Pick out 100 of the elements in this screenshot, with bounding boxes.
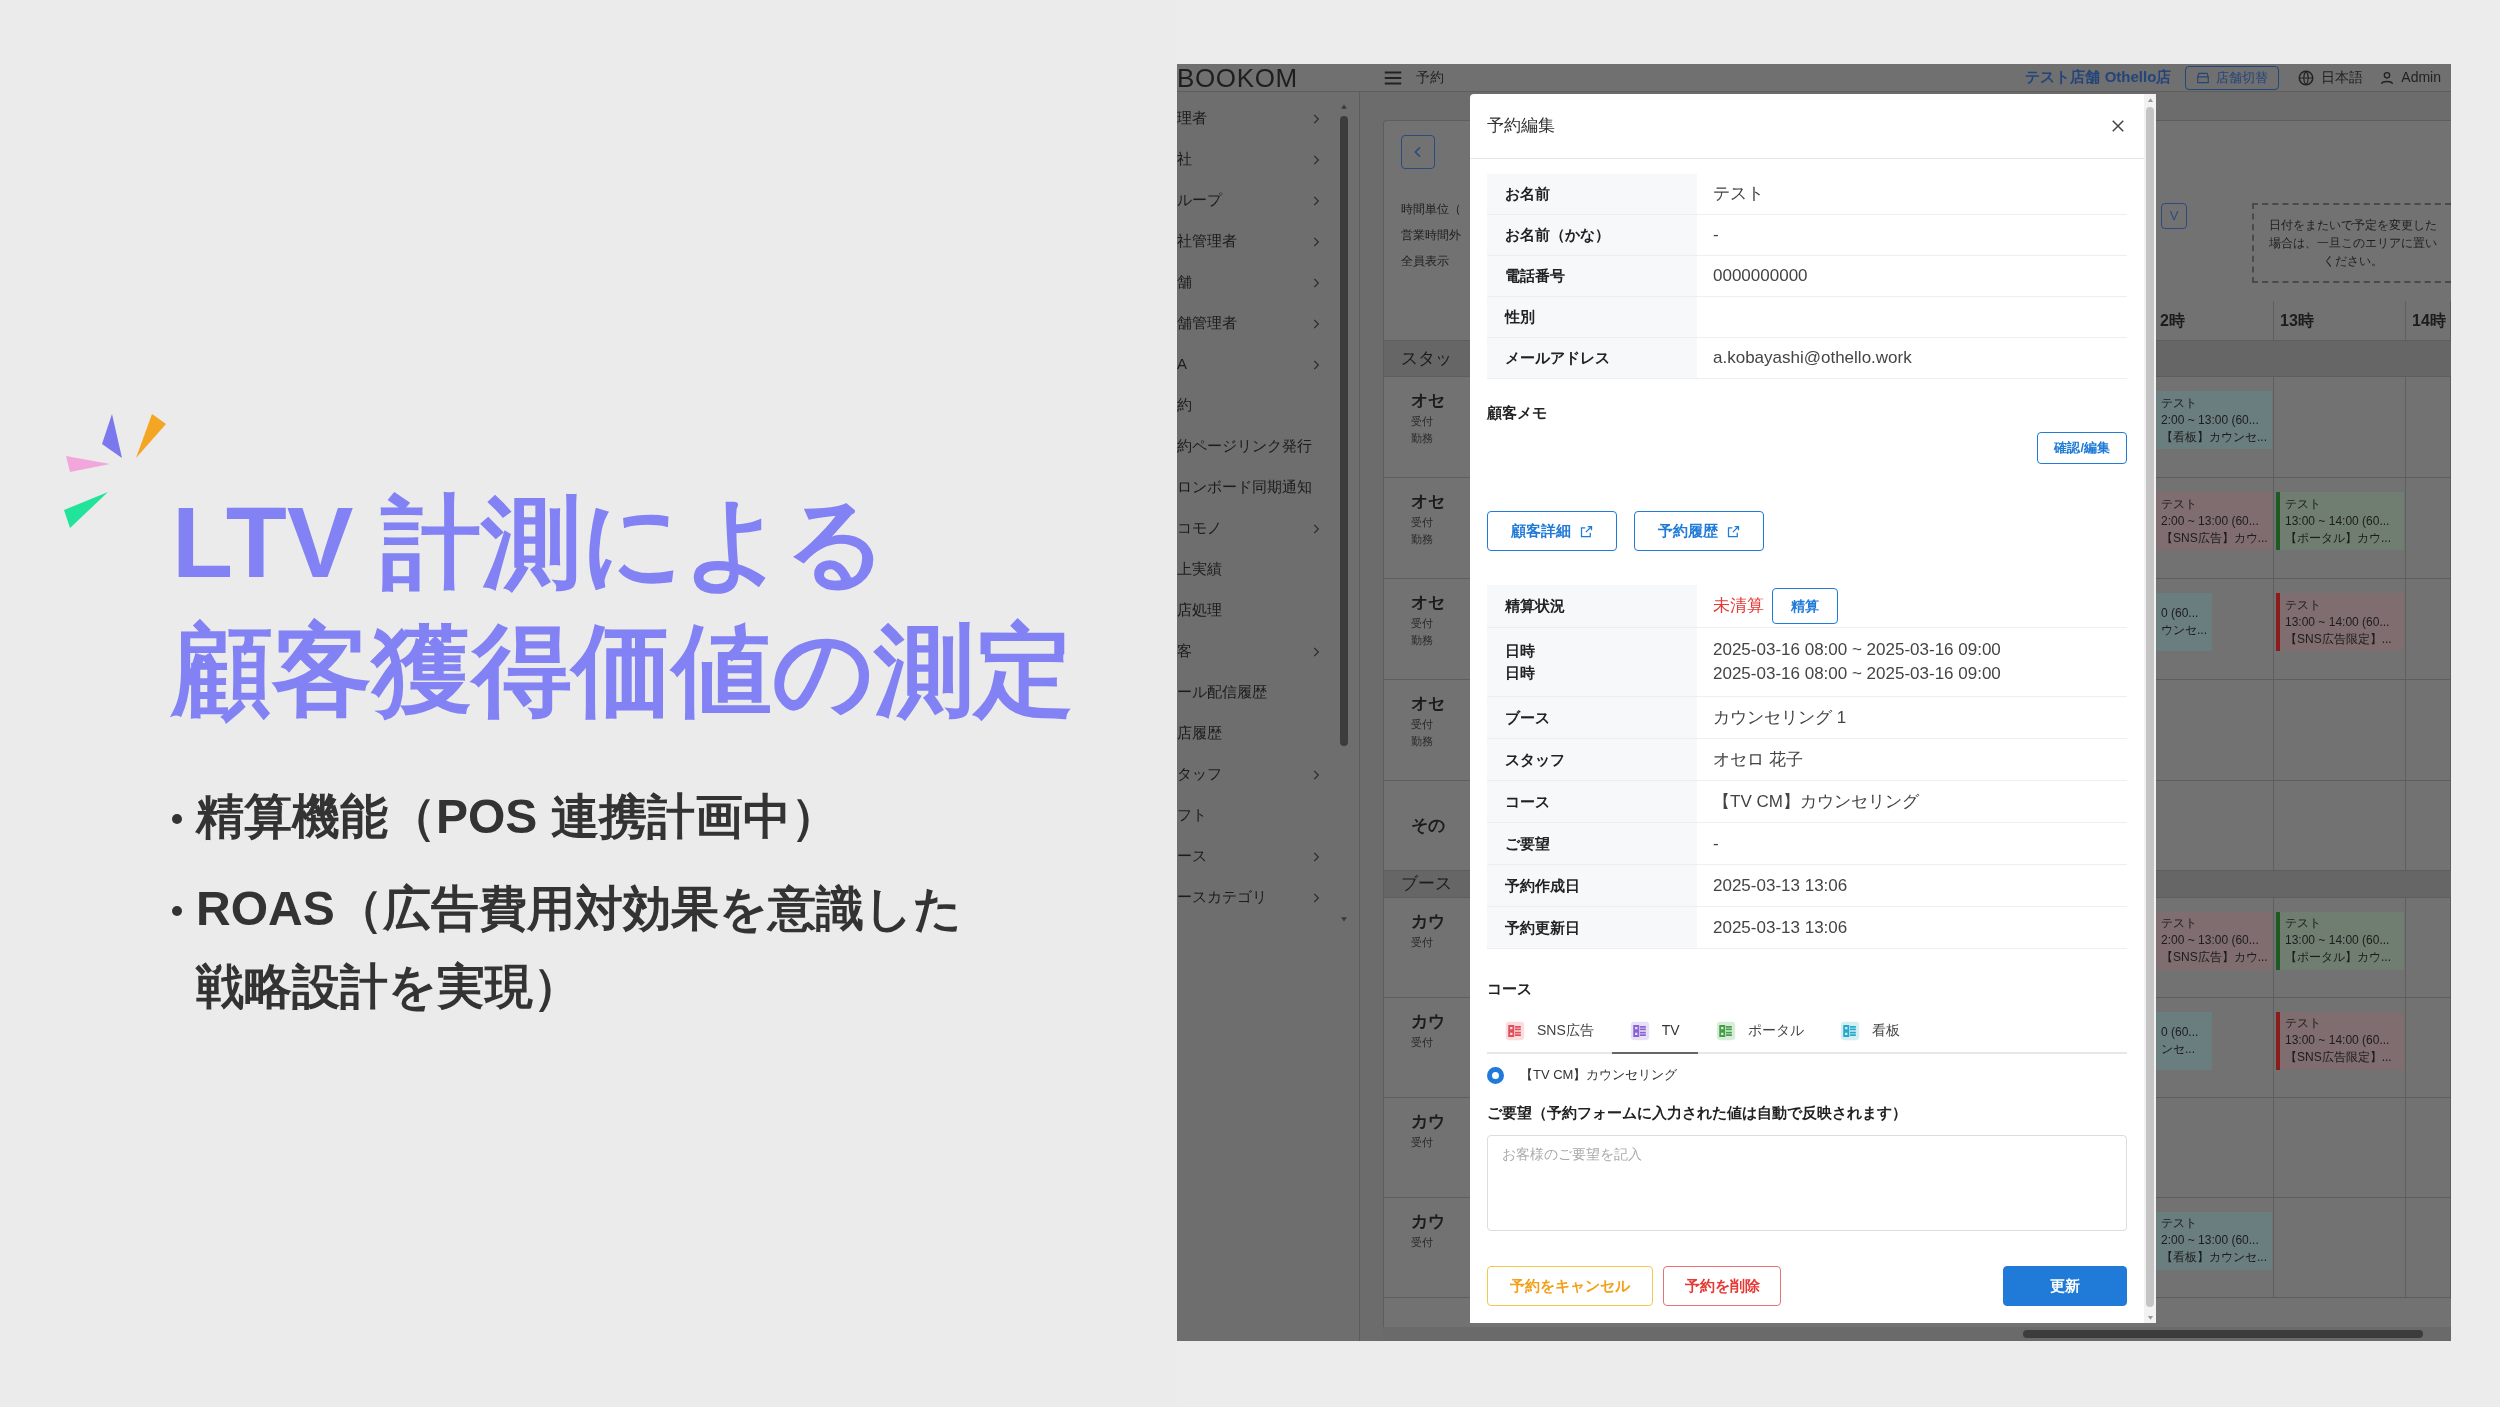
section-label: ブース [1401,873,1452,895]
sidebar-item[interactable]: 約ページリンク発行 [1177,426,1337,467]
field-label: 精算状況 [1505,595,1565,616]
scroll-up-icon[interactable] [1339,102,1349,112]
sidebar-item[interactable]: ース [1177,836,1337,877]
bullet-text: ROAS（広告費用対効果を意識した戦略設計を実現） [196,881,963,1015]
list-icon [1715,1020,1736,1041]
row-detail: 勤務 [1411,633,1434,648]
row-detail: 受付 [1411,717,1434,732]
scrollbar-thumb[interactable] [1340,116,1348,746]
sidebar-item[interactable]: 約 [1177,385,1337,426]
section-heading: 顧客メモ [1487,403,1548,423]
close-icon[interactable] [2109,117,2127,135]
user-icon[interactable] [2379,69,2396,86]
radio-button[interactable] [1487,1066,1504,1084]
scroll-down-icon[interactable] [1339,914,1349,924]
sidebar-item[interactable]: 舗 [1177,262,1337,303]
sidebar-item[interactable]: ロンボード同期通知 [1177,467,1337,508]
confirm-edit-button[interactable]: 確認/編集 [2037,432,2127,464]
sidebar-item[interactable]: ール配信履歴 [1177,672,1337,713]
course-tab[interactable]: 看板 [1821,1009,1918,1054]
row-detail: 受付 [1411,616,1434,631]
field-label: 日時 [1505,663,1536,683]
slide-title: LTV 計測による [172,485,889,600]
row-name: カウ [1411,1210,1446,1233]
event-card[interactable]: テスト 13:00 ~ 14:00 (60... 【SNS広告限定】... [2276,1011,2404,1070]
row-detail: 受付 [1411,515,1434,530]
modal-title: 予約編集 [1487,115,1555,138]
sidebar-item[interactable]: 客 [1177,631,1337,672]
external-link-button[interactable]: 顧客詳細 [1487,511,1617,551]
option-label: 全員表示 [1401,253,1450,270]
event-card[interactable]: テスト 13:00 ~ 14:00 (60... 【SNS広告限定】... [2276,593,2404,651]
sidebar-item[interactable]: 社管理者 [1177,221,1337,262]
event-card[interactable]: テスト 13:00 ~ 14:00 (60... 【ポータル】カウ... [2276,492,2404,550]
request-textarea[interactable]: お客様のご要望を記入 [1487,1135,2127,1231]
hour-label: 13時 [2280,310,2314,331]
hour-label: 2時 [2160,310,2185,331]
field-value: 2025-03-16 08:00 ~ 2025-03-16 09:00 [1713,639,2002,661]
sidebar-item[interactable]: ループ [1177,180,1337,221]
sidebar-item[interactable]: A [1177,344,1337,385]
store-name: テスト店舗 Othello店 [2025,67,2172,88]
field-value: a.kobayashi@othello.work [1713,347,1913,369]
event-card[interactable]: 0 (60... ウンセ... [2156,593,2212,651]
store-switch-button[interactable]: 店舗切替 [2185,65,2280,90]
store-icon [2196,70,2211,85]
row-name: オセ [1411,491,1446,513]
scroll-up-icon[interactable] [2145,96,2155,105]
row-name: カウ [1411,1010,1446,1033]
event-card[interactable]: テスト 2:00 ~ 13:00 (60... 【SNS広告】カウ... [2156,911,2272,970]
field-value: 【TV CM】カウンセリング [1713,790,1920,813]
sidebar-item[interactable]: 社 [1177,139,1337,180]
field-label: 電話番号 [1505,266,1566,286]
delete-button[interactable]: 予約を削除 [1663,1266,1781,1306]
row-detail: 受付 [1411,934,1434,950]
settlement-status: 未清算 [1713,595,1764,618]
scroll-down-icon[interactable] [2145,1313,2155,1322]
field-value: 2025-03-13 13:06 [1713,916,1849,939]
course-tab[interactable]: TV [1611,1009,1698,1054]
event-card[interactable]: テスト 2:00 ~ 13:00 (60... 【看板】カウンセ... [2156,391,2272,449]
update-button[interactable]: 更新 [2003,1266,2127,1306]
list-icon [1505,1020,1525,1041]
sidebar-item[interactable]: ースカテゴリ [1177,877,1337,918]
sidebar-item[interactable]: タッフ [1177,754,1337,795]
event-card[interactable]: テスト 2:00 ~ 13:00 (60... 【看板】カウンセ... [2156,1211,2272,1270]
field-value: テスト [1713,183,1765,205]
sidebar-item[interactable]: 店履歴 [1177,713,1337,754]
previous-button[interactable] [1401,135,1435,169]
event-card[interactable]: 0 (60... ンセ... [2156,1011,2212,1070]
course-tab[interactable]: SNS広告 [1487,1009,1612,1054]
course-tab[interactable]: ポータル [1697,1009,1822,1054]
list-icon [1629,1020,1650,1041]
sidebar-item[interactable]: 舗管理者 [1177,303,1337,344]
section-label: スタッ [1401,347,1452,370]
row-detail: 勤務 [1411,734,1434,749]
scrollbar-thumb[interactable] [2146,107,2154,1307]
sidebar-item[interactable]: 店処理 [1177,590,1337,631]
cancel-button[interactable]: 予約をキャンセル [1487,1266,1653,1306]
drop-area[interactable]: 日付をまたいで予定を変更した 場合は、一旦このエリアに置い ください。 [2252,203,2451,283]
globe-icon[interactable] [2297,68,2316,87]
external-link-button[interactable]: 予約履歴 [1634,511,1764,551]
section-heading: コース [1487,979,1533,999]
row-name: オセ [1411,693,1446,715]
external-link-icon [1578,523,1594,539]
language-label[interactable]: 日本語 [2321,67,2364,88]
sidebar-item[interactable]: コモノ [1177,508,1337,549]
field-label: コース [1505,791,1551,812]
sidebar-item[interactable]: 上実績 [1177,549,1337,590]
user-name[interactable]: Admin [2401,67,2441,88]
sidebar-item[interactable]: 理者 [1177,98,1337,139]
view-button[interactable]: V [2161,203,2187,229]
list-icon [1839,1020,1860,1041]
settle-button[interactable]: 精算 [1772,588,1838,624]
row-detail: 勤務 [1411,431,1434,446]
event-card[interactable]: テスト 2:00 ~ 13:00 (60... 【SNS広告】カウ... [2156,492,2272,550]
field-value: 2025-03-16 08:00 ~ 2025-03-16 09:00 [1713,663,2002,685]
sidebar-item[interactable]: フト [1177,795,1337,836]
radio-label: 【TV CM】カウンセリング [1520,1066,1678,1085]
event-card[interactable]: テスト 13:00 ~ 14:00 (60... 【ポータル】カウ... [2276,911,2404,970]
scrollbar-thumb[interactable] [2023,1330,2423,1338]
row-detail: 受付 [1411,414,1434,429]
